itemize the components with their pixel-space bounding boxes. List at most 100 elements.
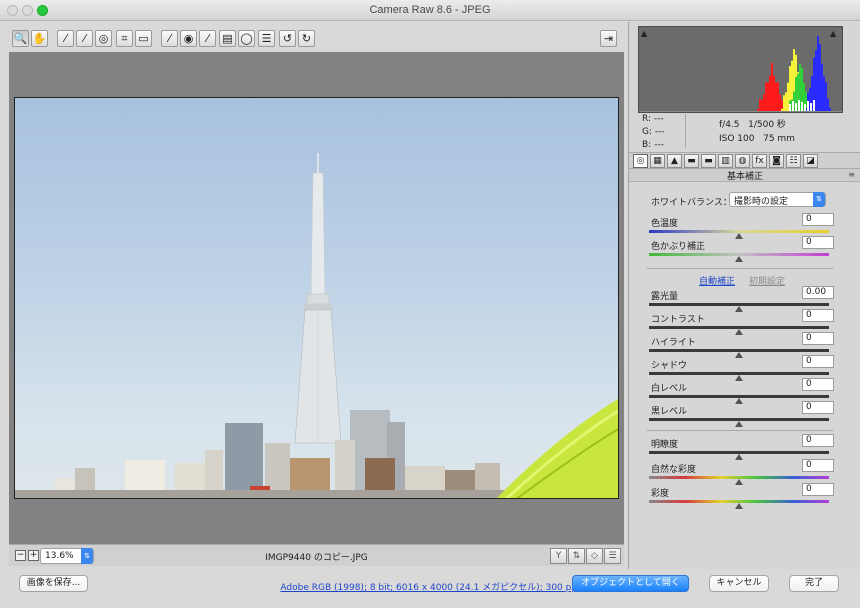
panel-tabs: ◎ ▦ ▲ ▬ ▬ ▥ ◍ fx ◙ ☷ ◪ bbox=[629, 152, 860, 169]
swap-settings-icon[interactable]: ⇅ bbox=[568, 548, 585, 564]
hand-icon[interactable]: ✋ bbox=[31, 30, 48, 47]
before-after-view-icon[interactable]: Y bbox=[550, 548, 567, 564]
copy-settings-icon[interactable]: ◇ bbox=[586, 548, 603, 564]
adjustment-brush-icon[interactable]: ⁄ bbox=[199, 30, 216, 47]
histogram-yellow bbox=[787, 82, 789, 112]
red-eye-icon[interactable]: ◉ bbox=[180, 30, 197, 47]
slider-label: 彩度 bbox=[651, 489, 670, 499]
slider-row: シャドウ 0 bbox=[649, 355, 834, 381]
rotate-right-icon[interactable]: ↻ bbox=[298, 30, 315, 47]
tone-curve-tab-icon[interactable]: ▦ bbox=[650, 154, 665, 168]
white-balance-label: ホワイトバランス： bbox=[651, 198, 732, 208]
camera-profile-tab-icon[interactable]: ◙ bbox=[769, 154, 784, 168]
slider-thumb[interactable] bbox=[735, 454, 743, 460]
slider-thumb[interactable] bbox=[735, 503, 743, 509]
highlight-clipping-warning-icon[interactable]: ▲ bbox=[830, 29, 840, 38]
slider-value-field[interactable]: 0 bbox=[802, 355, 834, 368]
slider-thumb[interactable] bbox=[735, 421, 743, 427]
tool-bar: 🔍 ✋ ⁄ ⁄ ◎ ⌗ ▭ ⁄ ◉ ⁄ ▤ ◯ ☰ ↺ ↻ bbox=[9, 27, 624, 52]
slider-label: 白レベル bbox=[651, 384, 688, 394]
straighten-icon[interactable]: ▭ bbox=[135, 30, 152, 47]
separator bbox=[647, 268, 833, 269]
iso-value: ISO 100 bbox=[719, 134, 755, 144]
preview-status-bar: − + 13.6% ⇅ IMGP9440 のコピー.JPG Y ⇅ ◇ ☰ bbox=[9, 544, 624, 566]
done-button[interactable]: 完了 bbox=[789, 575, 839, 592]
histogram-blue bbox=[817, 36, 819, 112]
effects-tab-icon[interactable]: fx bbox=[752, 154, 767, 168]
hsl-tab-icon[interactable]: ▬ bbox=[684, 154, 699, 168]
panel-menu-icon[interactable]: ≡ bbox=[848, 170, 855, 179]
white-balance-value: 撮影時の設定 bbox=[734, 197, 789, 207]
radial-filter-icon[interactable]: ◯ bbox=[238, 30, 255, 47]
cancel-button[interactable]: キャンセル bbox=[709, 575, 769, 592]
detail-tab-icon[interactable]: ▲ bbox=[667, 154, 682, 168]
slider-row: 黒レベル 0 bbox=[649, 401, 834, 427]
slider-value-field[interactable]: 0 bbox=[802, 332, 834, 345]
histogram-red bbox=[769, 75, 771, 112]
histogram-blue bbox=[823, 76, 825, 112]
window-title: Camera Raw 8.6 - JPEG bbox=[369, 4, 491, 16]
title-bar: Camera Raw 8.6 - JPEG bbox=[0, 0, 860, 21]
histogram-red bbox=[763, 94, 765, 112]
slider-row: ハイライト 0 bbox=[649, 332, 834, 358]
slider-value-field[interactable]: 0 bbox=[802, 213, 834, 226]
file-name: IMGP9440 のコピー.JPG bbox=[265, 553, 368, 563]
crop-icon[interactable]: ⌗ bbox=[116, 30, 133, 47]
zoom-icon[interactable]: 🔍 bbox=[12, 30, 29, 47]
basic-tab-icon[interactable]: ◎ bbox=[633, 154, 648, 168]
adjustment-panel: ▲ ▲ R: --- G: --- B: --- f/4.5 1/500 秒 I… bbox=[628, 22, 860, 569]
color-sampler-icon[interactable]: ⁄ bbox=[76, 30, 93, 47]
slider-thumb[interactable] bbox=[735, 256, 743, 262]
white-balance-eyedropper-icon[interactable]: ⁄ bbox=[57, 30, 74, 47]
slider-row: 彩度 0 bbox=[649, 483, 834, 509]
slider-row: 色かぶり補正 0 bbox=[649, 236, 834, 262]
target-adjustment-icon[interactable]: ◎ bbox=[95, 30, 112, 47]
slider-value-field[interactable]: 0 bbox=[802, 401, 834, 414]
histogram-blue bbox=[827, 98, 829, 112]
presets-tab-icon[interactable]: ☷ bbox=[786, 154, 801, 168]
histogram-blue bbox=[825, 82, 827, 112]
histogram-red bbox=[771, 63, 773, 112]
histogram-yellow bbox=[779, 112, 781, 113]
slider-label: 色温度 bbox=[651, 219, 679, 229]
shutter-value: 1/500 秒 bbox=[748, 120, 786, 130]
slider-label: 黒レベル bbox=[651, 407, 688, 417]
fullscreen-icon[interactable]: ⇥ bbox=[600, 30, 617, 47]
histogram-blue bbox=[803, 112, 805, 113]
slider-row: 白レベル 0 bbox=[649, 378, 834, 404]
slider-value-field[interactable]: 0 bbox=[802, 434, 834, 447]
slider-label: ハイライト bbox=[651, 338, 696, 348]
default-settings-link[interactable]: 初期設定 bbox=[749, 274, 785, 287]
slider-value-field[interactable]: 0.00 bbox=[802, 286, 834, 299]
lens-corrections-tab-icon[interactable]: ▥ bbox=[718, 154, 733, 168]
preferences-icon[interactable]: ☰ bbox=[258, 30, 275, 47]
auto-adjust-link[interactable]: 自動補正 bbox=[699, 274, 735, 287]
snapshots-tab-icon[interactable]: ◪ bbox=[803, 154, 818, 168]
slider-value-field[interactable]: 0 bbox=[802, 378, 834, 391]
split-toning-tab-icon[interactable]: ▬ bbox=[701, 154, 716, 168]
slider-value-field[interactable]: 0 bbox=[802, 309, 834, 322]
histogram-red bbox=[767, 82, 769, 112]
slider-value-field[interactable]: 0 bbox=[802, 459, 834, 472]
camera-calibration-tab-icon[interactable]: ◍ bbox=[735, 154, 750, 168]
slider-label: 露光量 bbox=[651, 292, 679, 302]
toggle-settings-icon[interactable]: ☰ bbox=[604, 548, 621, 564]
slider-row: コントラスト 0 bbox=[649, 309, 834, 335]
shadow-clipping-warning-icon[interactable]: ▲ bbox=[641, 29, 651, 38]
white-balance-select[interactable]: 撮影時の設定 ⇅ bbox=[729, 192, 826, 207]
histogram-red bbox=[759, 98, 761, 112]
slider-value-field[interactable]: 0 bbox=[802, 236, 834, 249]
slider-row: 明瞭度 0 bbox=[649, 434, 834, 460]
spot-removal-icon[interactable]: ⁄ bbox=[161, 30, 178, 47]
histogram-graph bbox=[639, 36, 842, 113]
open-object-button[interactable]: オブジェクトとして開く bbox=[572, 575, 689, 592]
histogram-yellow bbox=[781, 108, 783, 112]
histogram-red bbox=[777, 82, 779, 112]
graduated-filter-icon[interactable]: ▤ bbox=[219, 30, 236, 47]
histogram-yellow bbox=[785, 92, 787, 112]
rotate-left-icon[interactable]: ↺ bbox=[279, 30, 296, 47]
slider-value-field[interactable]: 0 bbox=[802, 483, 834, 496]
panel-title-text: 基本補正 bbox=[726, 172, 763, 182]
slider-thumb[interactable] bbox=[735, 479, 743, 485]
image-preview-area[interactable] bbox=[9, 52, 624, 544]
